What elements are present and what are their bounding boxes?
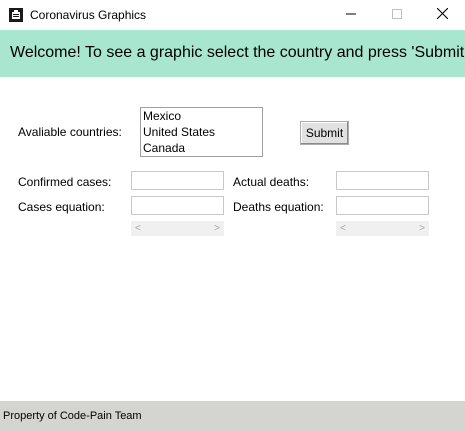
confirmed-cases-field[interactable]: [131, 171, 224, 190]
minimize-button[interactable]: [328, 0, 374, 30]
scroll-right-icon[interactable]: >: [419, 221, 425, 236]
scroll-right-icon[interactable]: >: [214, 221, 220, 236]
status-bar: Property of Code-Pain Team: [0, 401, 465, 431]
deaths-equation-label: Deaths equation:: [233, 200, 324, 214]
deaths-equation-scrollbar[interactable]: < >: [336, 221, 429, 236]
country-option[interactable]: Mexico: [141, 108, 262, 124]
status-text: Property of Code-Pain Team: [3, 410, 142, 422]
country-option[interactable]: United States: [141, 124, 262, 140]
cases-equation-field[interactable]: [131, 196, 224, 215]
window-title: Coronavirus Graphics: [30, 8, 147, 22]
close-icon: [436, 7, 448, 22]
cases-equation-label: Cases equation:: [18, 200, 105, 214]
welcome-message: Welcome! To see a graphic select the cou…: [10, 44, 465, 61]
title-bar: Coronavirus Graphics: [0, 0, 465, 30]
minimize-icon: [346, 8, 356, 22]
countries-label: Avaliable countries:: [18, 125, 122, 139]
welcome-banner: Welcome! To see a graphic select the cou…: [0, 30, 465, 77]
scroll-left-icon[interactable]: <: [340, 221, 346, 236]
scroll-left-icon[interactable]: <: [135, 221, 141, 236]
close-button[interactable]: [419, 0, 465, 30]
actual-deaths-field[interactable]: [336, 171, 429, 190]
countries-listbox[interactable]: Mexico United States Canada: [140, 107, 263, 157]
cases-equation-scrollbar[interactable]: < >: [131, 221, 224, 236]
app-window-icon: [8, 7, 24, 23]
country-option[interactable]: Canada: [141, 140, 262, 156]
maximize-button[interactable]: [374, 0, 420, 30]
deaths-equation-field[interactable]: [336, 196, 429, 215]
submit-button[interactable]: Submit: [300, 121, 349, 145]
confirmed-cases-label: Confirmed cases:: [18, 175, 112, 189]
actual-deaths-label: Actual deaths:: [233, 175, 310, 189]
maximize-icon: [392, 8, 402, 22]
